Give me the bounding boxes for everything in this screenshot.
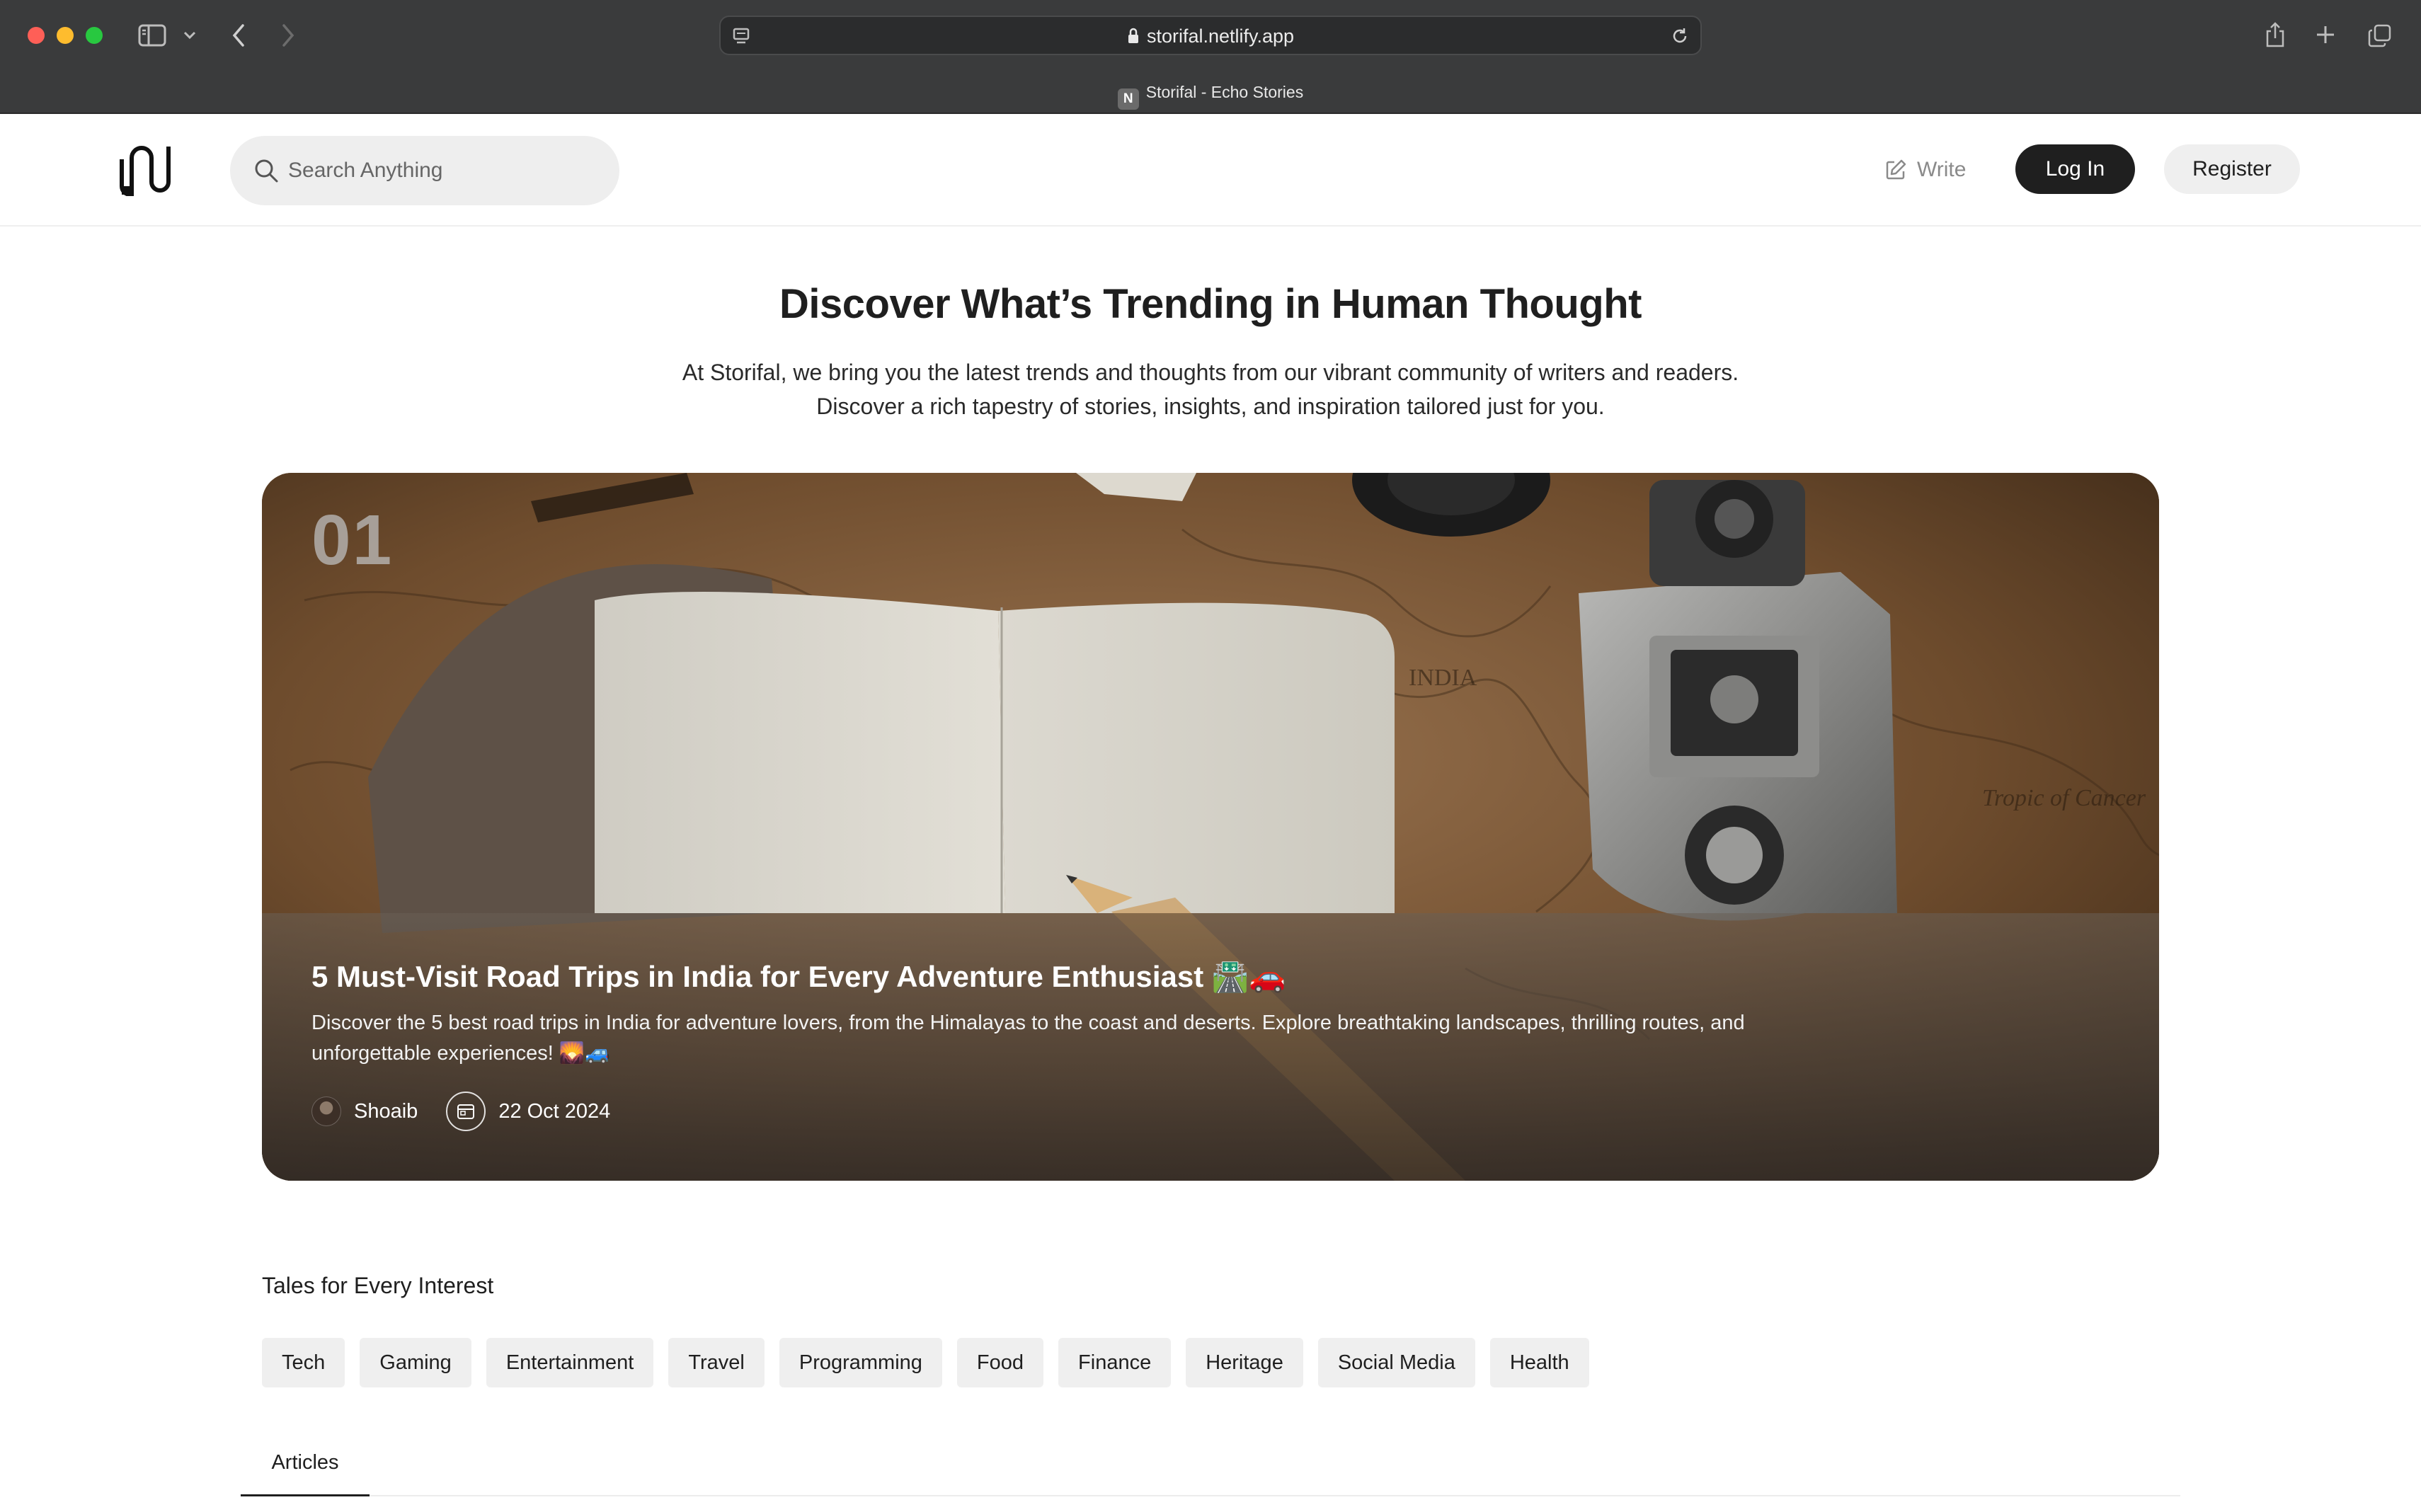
lock-icon — [1127, 28, 1140, 50]
tab-overview-icon[interactable] — [2367, 23, 2393, 48]
page-subtitle: At Storifal, we bring you the latest tre… — [0, 355, 2421, 423]
search-icon — [255, 159, 278, 183]
write-label: Write — [1917, 158, 1967, 181]
edit-icon — [1886, 159, 1906, 180]
category-chip-food[interactable]: Food — [956, 1338, 1044, 1387]
content-tabs: Articles — [241, 1444, 2180, 1496]
author-avatar[interactable] — [311, 1096, 341, 1126]
site-header: Write Log In Register — [0, 114, 2421, 227]
new-tab-icon[interactable] — [2313, 23, 2337, 47]
share-icon[interactable] — [2262, 20, 2288, 50]
tab-articles[interactable]: Articles — [241, 1444, 370, 1496]
category-list: Tech Gaming Entertainment Travel Program… — [262, 1338, 1589, 1387]
tab-title-label: Storifal - Echo Stories — [1145, 83, 1304, 101]
active-tab[interactable]: N Storifal - Echo Stories — [0, 83, 2421, 110]
categories-heading: Tales for Every Interest — [262, 1273, 494, 1298]
zoom-window-button[interactable] — [86, 27, 103, 44]
login-button[interactable]: Log In — [2015, 144, 2135, 194]
svg-text:INDIA: INDIA — [1409, 665, 1477, 691]
featured-meta: Shoaib 22 Oct 2024 — [311, 1092, 610, 1131]
reload-icon[interactable] — [1669, 25, 1690, 47]
calendar-icon — [446, 1092, 486, 1131]
address-bar[interactable]: storifal.netlify.app — [719, 16, 1702, 55]
category-chip-tech[interactable]: Tech — [262, 1338, 345, 1387]
featured-title[interactable]: 5 Must-Visit Road Trips in India for Eve… — [311, 960, 1286, 995]
category-chip-gaming[interactable]: Gaming — [360, 1338, 471, 1387]
category-chip-heritage[interactable]: Heritage — [1186, 1338, 1303, 1387]
publish-date: 22 Oct 2024 — [498, 1099, 611, 1123]
minimize-window-button[interactable] — [57, 27, 74, 44]
featured-description: Discover the 5 best road trips in India … — [311, 1012, 1745, 1065]
url-text: storifal.netlify.app — [721, 25, 1700, 50]
storifal-logo-icon[interactable] — [119, 144, 171, 197]
url-label: storifal.netlify.app — [1146, 25, 1295, 47]
featured-article-card[interactable]: INDIA Tropic of Cancer 01 5 Must-Visit R… — [262, 473, 2159, 1181]
sidebar-toggle-icon[interactable] — [136, 23, 168, 48]
search-bar[interactable] — [230, 136, 619, 205]
trending-rank: 01 — [311, 500, 394, 580]
forward-icon[interactable] — [277, 21, 299, 50]
browser-toolbar: storifal.netlify.app N Storifal - Echo St… — [0, 0, 2421, 114]
favicon-icon: N — [1117, 88, 1139, 110]
category-chip-social-media[interactable]: Social Media — [1317, 1338, 1475, 1387]
page-title: Discover What’s Trending in Human Though… — [779, 281, 1642, 327]
write-button[interactable]: Write — [1884, 154, 1966, 186]
category-chip-entertainment[interactable]: Entertainment — [486, 1338, 654, 1387]
chevron-down-icon[interactable] — [181, 28, 198, 42]
search-input[interactable] — [288, 136, 600, 205]
category-chip-health[interactable]: Health — [1489, 1338, 1589, 1387]
category-chip-programming[interactable]: Programming — [779, 1338, 942, 1387]
category-chip-finance[interactable]: Finance — [1058, 1338, 1172, 1387]
back-icon[interactable] — [228, 21, 249, 50]
svg-text:Tropic of Cancer: Tropic of Cancer — [1982, 785, 2146, 811]
category-chip-travel[interactable]: Travel — [668, 1338, 765, 1387]
close-window-button[interactable] — [28, 27, 45, 44]
register-button[interactable]: Register — [2164, 144, 2300, 194]
subtitle-line-2: Discover a rich tapestry of stories, ins… — [816, 394, 1605, 419]
author-name[interactable]: Shoaib — [354, 1100, 418, 1123]
subtitle-line-1: At Storifal, we bring you the latest tre… — [682, 360, 1739, 385]
